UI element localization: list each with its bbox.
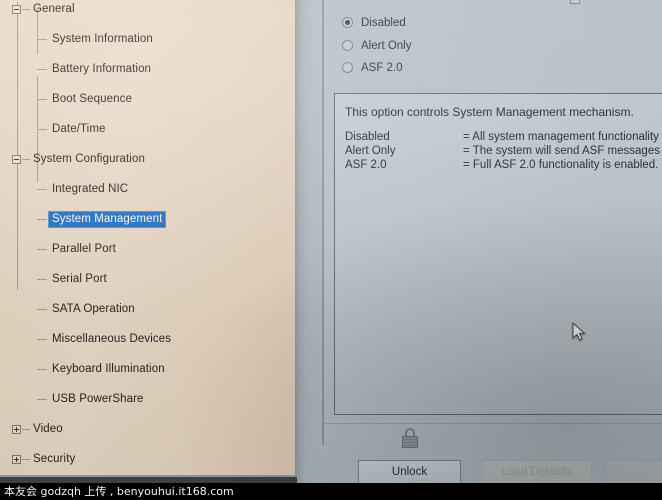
tree-stub [22, 429, 30, 430]
tree-stub [22, 159, 30, 160]
tree-stub [22, 459, 30, 460]
sidebar-item-label: SATA Operation [52, 303, 135, 315]
sidebar-item-system-information[interactable]: System Information [4, 32, 289, 47]
sidebar-item-system-management[interactable]: System Management [4, 212, 289, 227]
expand-icon[interactable] [12, 425, 21, 434]
unlock-button[interactable]: Unlock [358, 460, 461, 485]
tree-tick [37, 129, 47, 130]
sidebar-item-label: System Configuration [33, 153, 145, 165]
sidebar-item-label: General [33, 3, 75, 15]
checkbox-icon[interactable] [570, 0, 580, 4]
tree-stub [22, 9, 30, 10]
sidebar-item-system-configuration[interactable]: System Configuration [4, 152, 289, 167]
tree-tick [37, 99, 47, 100]
sidebar-item-battery-information[interactable]: Battery Information [4, 62, 289, 77]
tree-list: General System Information Battery Infor… [4, 0, 289, 465]
description-definition-list: Disabled = All system management functio… [345, 130, 662, 172]
sidebar-item-label: Parallel Port [52, 243, 116, 255]
tree-tick [37, 369, 47, 370]
description-term: ASF 2.0 [345, 159, 387, 171]
sidebar-item-security[interactable]: Security [4, 452, 289, 467]
settings-tree-sidebar: General System Information Battery Infor… [0, 0, 297, 477]
radio-label: Disabled [361, 17, 406, 29]
sidebar-item-usb-powershare[interactable]: USB PowerShare [4, 392, 289, 407]
sidebar-item-label: System Information [52, 33, 153, 45]
panel-edge-line [322, 0, 324, 445]
description-row: ASF 2.0 = Full ASF 2.0 functionality is … [345, 158, 662, 172]
description-term: Alert Only [345, 145, 396, 157]
mouse-cursor [572, 322, 586, 341]
sidebar-item-general[interactable]: General [4, 2, 289, 17]
watermark-text: 本友会 godzqh 上传 , benyouhui.it168.com [4, 485, 234, 498]
radio-unselected-icon [342, 40, 353, 51]
sidebar-item-label: Boot Sequence [52, 93, 132, 105]
tree-tick [37, 399, 47, 400]
description-definition: = The system will send ASF messages on [463, 145, 662, 157]
description-definition: = Full ASF 2.0 functionality is enabled. [463, 159, 659, 171]
sidebar-item-label: Video [33, 423, 63, 435]
sidebar-item-sata-operation[interactable]: SATA Operation [4, 302, 289, 317]
sidebar-item-video[interactable]: Video [4, 422, 289, 437]
sidebar-item-parallel-port[interactable]: Parallel Port [4, 242, 289, 257]
toolbar-divider [322, 423, 662, 424]
tree-tick [37, 69, 47, 70]
sidebar-item-label: System Management [49, 212, 166, 227]
sidebar-item-integrated-nic[interactable]: Integrated NIC [4, 182, 289, 197]
sidebar-item-keyboard-illumination[interactable]: Keyboard Illumination [4, 362, 289, 377]
bios-setup-screen: General System Information Battery Infor… [0, 0, 662, 500]
sidebar-item-label: USB PowerShare [52, 393, 144, 405]
tree-tick [37, 339, 47, 340]
tree-tick [37, 249, 47, 250]
expand-icon[interactable] [12, 455, 21, 464]
collapse-icon[interactable] [12, 5, 21, 14]
padlock-closed-icon [401, 428, 419, 448]
padlock-body [402, 436, 418, 448]
panel-gap [297, 0, 322, 500]
load-defaults-button[interactable]: Load Defaults [482, 460, 592, 485]
tree-tick [37, 219, 47, 220]
sidebar-item-label: Serial Port [52, 273, 107, 285]
radio-selected-icon [342, 17, 353, 28]
secondary-action-button[interactable] [605, 460, 662, 485]
tree-tick [37, 309, 47, 310]
watermark-bar: 本友会 godzqh 上传 , benyouhui.it168.com [0, 483, 662, 500]
sidebar-item-boot-sequence[interactable]: Boot Sequence [4, 92, 289, 107]
sidebar-item-miscellaneous-devices[interactable]: Miscellaneous Devices [4, 332, 289, 347]
description-headline: This option controls System Management m… [345, 105, 634, 119]
sidebar-item-label: Integrated NIC [52, 183, 129, 195]
sidebar-item-label: Keyboard Illumination [52, 363, 165, 375]
description-definition: = All system management functionality is… [463, 131, 662, 143]
collapse-icon[interactable] [12, 155, 21, 164]
clipped-top-control [338, 0, 638, 4]
option-description-box: This option controls System Management m… [334, 93, 662, 415]
tree-tick [37, 189, 47, 190]
sidebar-item-serial-port[interactable]: Serial Port [4, 272, 289, 287]
sidebar-item-label: Battery Information [52, 63, 152, 75]
sidebar-item-label: Security [33, 453, 76, 465]
description-row: Disabled = All system management functio… [345, 130, 662, 144]
sidebar-item-label: Date/Time [52, 123, 106, 135]
description-row: Alert Only = The system will send ASF me… [345, 144, 662, 158]
sidebar-item-date-time[interactable]: Date/Time [4, 122, 289, 137]
radio-label: ASF 2.0 [361, 62, 403, 74]
radio-unselected-icon [342, 62, 353, 73]
tree-tick [37, 279, 47, 280]
radio-label: Alert Only [361, 40, 412, 52]
tree-tick [37, 39, 47, 40]
description-term: Disabled [345, 131, 390, 143]
settings-detail-panel: Disabled Alert Only ASF 2.0 This option … [322, 0, 662, 500]
sidebar-item-label: Miscellaneous Devices [52, 333, 172, 345]
